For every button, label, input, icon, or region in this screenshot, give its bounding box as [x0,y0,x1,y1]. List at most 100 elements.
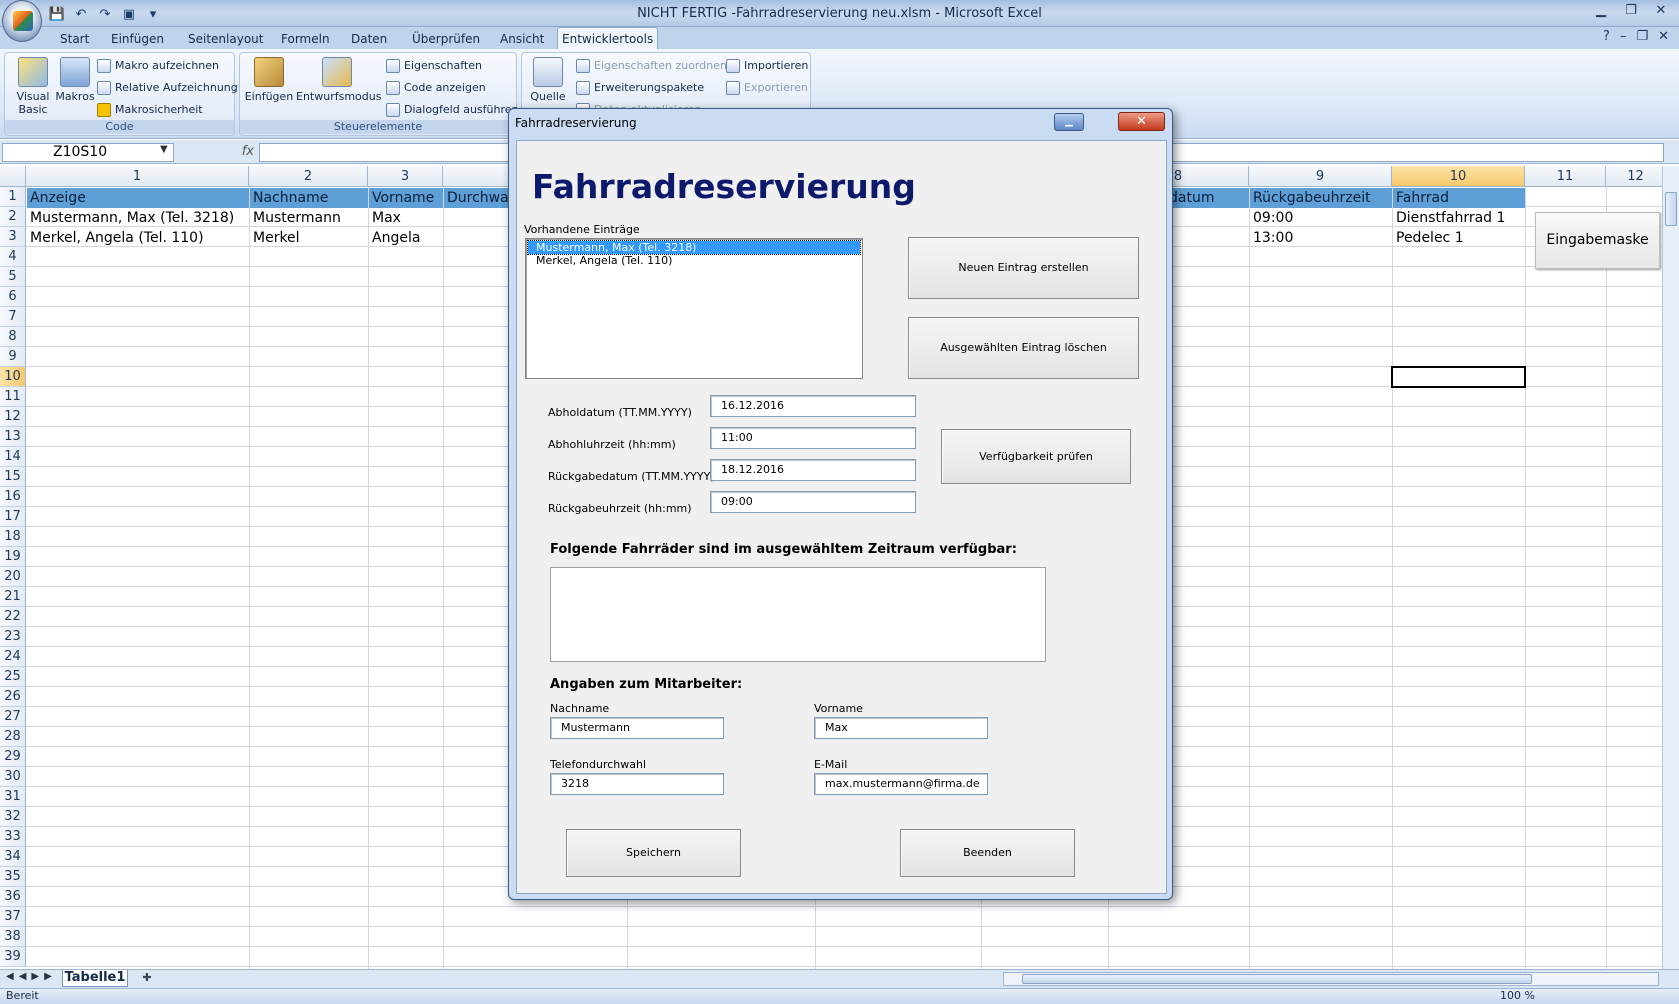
tab-ansicht[interactable]: Ansicht [496,29,548,49]
close-icon[interactable]: ✕ [1649,2,1673,20]
restore-icon[interactable]: ❐ [1619,2,1643,20]
cell-r2-c1[interactable]: Mustermann, Max (Tel. 3218) [27,208,249,228]
row-header-13[interactable]: 13 [0,427,26,447]
workbook-minimize-icon[interactable]: – [1620,29,1627,44]
relative-aufzeichnung-button[interactable]: Relative Aufzeichnung [97,79,238,97]
entries-listbox[interactable]: Mustermann, Max (Tel. 3218) Merkel, Ange… [525,238,863,379]
insert-function-icon[interactable]: fx [178,142,258,162]
tab-ueberpruefen[interactable]: Überprüfen [408,29,484,49]
row-header-8[interactable]: 8 [0,327,26,347]
dialog-minimize-icon[interactable]: ▁ [1054,113,1084,131]
row-header-28[interactable]: 28 [0,727,26,747]
abholdatum-input[interactable]: 16.12.2016 [710,395,916,417]
cell-r3-c9[interactable]: 13:00 [1250,228,1392,248]
column-header-2[interactable]: 2 [249,166,368,187]
row-header-9[interactable]: 9 [0,347,26,367]
row-header-5[interactable]: 5 [0,267,26,287]
delete-entry-button[interactable]: Ausgewählten Eintrag löschen [908,317,1139,379]
row-header-15[interactable]: 15 [0,467,26,487]
row-header-2[interactable]: 2 [0,207,26,227]
row-header-35[interactable]: 35 [0,867,26,887]
cell-r2-c10[interactable]: Dienstfahrrad 1 [1393,208,1525,228]
select-all-corner[interactable] [0,166,26,187]
importieren-button[interactable]: Importieren [726,57,808,75]
code-anzeigen-button[interactable]: Code anzeigen [386,79,486,97]
tab-einfuegen[interactable]: Einfügen [107,29,168,49]
exportieren-button[interactable]: Exportieren [726,79,808,97]
row-header-22[interactable]: 22 [0,607,26,627]
row-header-14[interactable]: 14 [0,447,26,467]
telefon-input[interactable]: 3218 [550,773,724,795]
cell-r3-c10[interactable]: Pedelec 1 [1393,228,1525,248]
column-header-3[interactable]: 3 [368,166,443,187]
row-header-6[interactable]: 6 [0,287,26,307]
available-bikes-listbox[interactable] [550,567,1046,662]
row-header-21[interactable]: 21 [0,587,26,607]
vertical-scrollbar[interactable] [1662,166,1679,969]
cell-header-nachname[interactable]: Nachname [250,188,368,208]
sheet-navigation-arrows-icon[interactable]: ◀◀▶▶ [6,971,57,982]
cell-header-rueckgabeuhrzeit[interactable]: Rückgabeuhrzeit [1250,188,1392,208]
row-header-12[interactable]: 12 [0,407,26,427]
column-header-9[interactable]: 9 [1249,166,1392,187]
nachname-input[interactable]: Mustermann [550,717,724,739]
cell-header-vorname[interactable]: Vorname [369,188,443,208]
row-header-27[interactable]: 27 [0,707,26,727]
entwurfsmodus-button[interactable]: Entwurfsmodus [296,57,381,103]
row-header-7[interactable]: 7 [0,307,26,327]
sheet-tab-tabelle1[interactable]: Tabelle1 [62,970,128,987]
name-box[interactable]: Z10S10 [2,143,174,162]
exit-button[interactable]: Beenden [900,829,1075,877]
column-header-11[interactable]: 11 [1525,166,1606,187]
row-header-39[interactable]: 39 [0,947,26,967]
makrosicherheit-button[interactable]: Makrosicherheit [97,101,203,119]
cell-r2-c3[interactable]: Max [369,208,443,228]
zoom-level[interactable]: 100 % [1500,989,1535,1003]
vorname-input[interactable]: Max [814,717,988,739]
check-availability-button[interactable]: Verfügbarkeit prüfen [941,429,1131,484]
row-header-26[interactable]: 26 [0,687,26,707]
makros-button[interactable]: Makros [51,57,99,103]
tab-daten[interactable]: Daten [347,29,391,49]
horizontal-scrollbar[interactable] [1003,972,1659,986]
row-header-31[interactable]: 31 [0,787,26,807]
horizontal-scroll-thumb[interactable] [1022,974,1532,984]
dialogfeld-button[interactable]: Dialogfeld ausführen [386,101,519,119]
row-header-3[interactable]: 3 [0,227,26,247]
cell-r3-c2[interactable]: Merkel [250,228,368,248]
workbook-restore-icon[interactable]: ❐ [1636,29,1648,44]
quelle-button[interactable]: Quelle [526,57,570,103]
row-header-32[interactable]: 32 [0,807,26,827]
office-button[interactable] [2,0,42,42]
workbook-close-icon[interactable]: ✕ [1658,29,1669,44]
email-input[interactable]: max.mustermann@firma.de [814,773,988,795]
row-header-33[interactable]: 33 [0,827,26,847]
row-header-19[interactable]: 19 [0,547,26,567]
row-header-38[interactable]: 38 [0,927,26,947]
cell-header-anzeige[interactable]: Anzeige [27,188,249,208]
eigenschaften-zuordnen-button[interactable]: Eigenschaften zuordnen [576,57,727,75]
cell-header-fahrrad[interactable]: Fahrrad [1393,188,1525,208]
cell-header-rueckgabedatum[interactable]: datum [1166,188,1249,208]
tab-entwicklertools[interactable]: Entwicklertools [557,27,659,50]
column-header-12[interactable]: 12 [1606,166,1662,187]
row-header-37[interactable]: 37 [0,907,26,927]
minimize-icon[interactable]: ▁ [1589,2,1613,20]
cell-header-durchwahl[interactable]: Durchwah [444,188,514,208]
save-button[interactable]: Speichern [566,829,741,877]
insert-sheet-icon[interactable]: ✚ [138,971,156,985]
new-entry-button[interactable]: Neuen Eintrag erstellen [908,237,1139,299]
row-header-29[interactable]: 29 [0,747,26,767]
row-header-23[interactable]: 23 [0,627,26,647]
row-header-30[interactable]: 30 [0,767,26,787]
list-item[interactable]: Mustermann, Max (Tel. 3218) [527,240,861,255]
row-header-25[interactable]: 25 [0,667,26,687]
rueckgabeuhrzeit-input[interactable]: 09:00 [710,491,916,513]
row-header-16[interactable]: 16 [0,487,26,507]
column-header-1[interactable]: 1 [26,166,249,187]
rueckgabedatum-input[interactable]: 18.12.2016 [710,459,916,481]
row-header-4[interactable]: 4 [0,247,26,267]
name-box-dropdown-icon[interactable]: ▼ [160,144,168,155]
einfuegen-control-button[interactable]: Einfügen [244,57,294,103]
cell-r3-c1[interactable]: Merkel, Angela (Tel. 110) [27,228,249,248]
